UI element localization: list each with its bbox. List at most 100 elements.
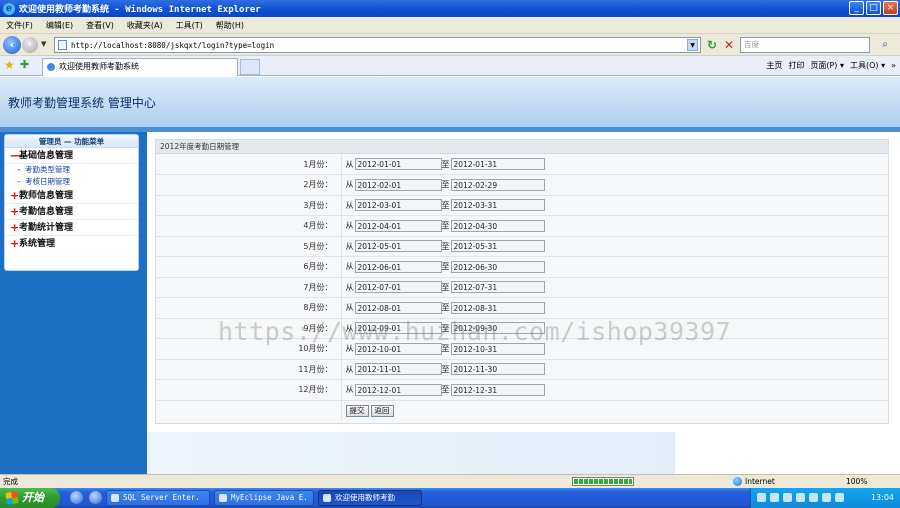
task-myeclipse[interactable]: MyEclipse Java E. <box>214 490 314 506</box>
favorites-star-icon[interactable]: ★ <box>4 59 15 71</box>
forward-button[interactable]: › <box>22 37 38 53</box>
maximize-button[interactable]: □ <box>866 1 881 15</box>
from-label: 从 <box>345 241 354 251</box>
minimize-button[interactable]: _ <box>849 1 864 15</box>
ie-quicklaunch-icon[interactable] <box>89 491 102 504</box>
globe-icon <box>733 477 742 486</box>
to-date-input[interactable]: 2012-07-31 <box>450 281 545 294</box>
close-button[interactable]: × <box>883 1 898 15</box>
tab-active[interactable]: 欢迎使用教师考勤系统 <box>42 58 238 76</box>
date-range: 从 2012-01-01 至 2012-01-31 <box>341 154 888 175</box>
menu-favorites[interactable]: 收藏夹(A) <box>127 20 163 31</box>
from-date-input[interactable]: 2012-08-01 <box>354 301 442 314</box>
sidebar-group-system[interactable]: + 系统管理 <box>5 236 138 252</box>
menu-tools[interactable]: 工具(T) <box>176 20 203 31</box>
search-input[interactable]: 百度 <box>740 37 870 53</box>
to-date-input[interactable]: 2012-02-29 <box>450 178 545 191</box>
to-date-input[interactable]: 2012-04-30 <box>450 219 545 232</box>
sidebar-group-basic-info[interactable]: — 基础信息管理 <box>5 148 138 164</box>
desktop-icon[interactable] <box>70 491 83 504</box>
to-date-input[interactable]: 2012-05-31 <box>450 240 545 253</box>
to-date-input[interactable]: 2012-10-31 <box>450 342 545 355</box>
tray-icon[interactable] <box>822 493 831 502</box>
from-date-input[interactable]: 2012-01-01 <box>354 158 442 170</box>
tray-icon[interactable] <box>796 493 805 502</box>
history-dropdown-icon[interactable]: ▼ <box>41 40 46 48</box>
tray-icon[interactable] <box>770 493 779 502</box>
sidebar-group-attendance-stats[interactable]: + 考勤统计管理 <box>5 220 138 236</box>
clock: 13:04 <box>870 493 894 502</box>
address-input[interactable]: http://localhost:8080/jskqxt/login?type=… <box>54 37 701 53</box>
more-chevron-icon[interactable]: » <box>891 59 896 73</box>
to-date-input[interactable]: 2012-03-31 <box>450 199 545 212</box>
zoom-level[interactable]: 100% <box>846 475 867 488</box>
date-range: 从 2012-07-01 至 2012-07-31 <box>341 277 888 298</box>
menu-help[interactable]: 帮助(H) <box>216 20 244 31</box>
menu-edit[interactable]: 编辑(E) <box>46 20 73 31</box>
add-favorite-icon[interactable]: ✚ <box>20 59 29 71</box>
to-date-input[interactable]: 2012-11-30 <box>450 363 545 376</box>
tray-icon[interactable] <box>783 493 792 502</box>
new-tab-button[interactable] <box>240 59 260 75</box>
command-bar: 主页 打印 页面(P) ▾ 工具(O) ▾ » <box>766 59 896 73</box>
date-range: 从 2012-11-01 至 2012-11-30 <box>341 359 888 380</box>
task-sql-server[interactable]: SQL Server Enter. <box>106 490 210 506</box>
refresh-button[interactable]: ↻ <box>705 38 719 52</box>
sidebar-group-label: 考勤统计管理 <box>19 223 74 233</box>
from-label: 从 <box>345 385 354 395</box>
start-button[interactable]: 开始 <box>0 488 60 508</box>
menu-bar: 文件(F) 编辑(E) 查看(V) 收藏夹(A) 工具(T) 帮助(H) <box>0 17 900 34</box>
to-label: 至 <box>441 159 450 169</box>
sidebar-group-label: 系统管理 <box>19 239 56 249</box>
tray-icon[interactable] <box>809 493 818 502</box>
to-date-input[interactable]: 2012-06-30 <box>450 260 545 273</box>
page-menu[interactable]: 页面(P) ▾ <box>810 59 844 73</box>
back-button[interactable]: ‹ <box>3 36 21 54</box>
sidebar-group-label: 教师信息管理 <box>19 191 74 201</box>
to-date-input[interactable]: 2012-09-30 <box>450 322 545 335</box>
from-date-input[interactable]: 2012-04-01 <box>354 219 442 232</box>
to-label: 至 <box>441 385 450 395</box>
menu-file[interactable]: 文件(F) <box>6 20 33 31</box>
from-date-input[interactable]: 2012-06-01 <box>354 260 442 273</box>
search-icon[interactable]: ⌕ <box>874 37 896 53</box>
to-date-input[interactable]: 2012-12-31 <box>450 383 545 396</box>
from-date-input[interactable]: 2012-10-01 <box>354 342 442 355</box>
sidebar-item-attendance-type[interactable]: 考勤类型管理 <box>5 164 138 176</box>
tools-menu[interactable]: 工具(O) ▾ <box>850 59 885 73</box>
tray-icon[interactable] <box>757 493 766 502</box>
menu-view[interactable]: 查看(V) <box>86 20 114 31</box>
from-label: 从 <box>345 303 354 313</box>
from-date-input[interactable]: 2012-05-01 <box>354 240 442 253</box>
to-date-input[interactable]: 2012-01-31 <box>450 158 545 170</box>
sidebar-menu: 管理员 — 功能菜单 — 基础信息管理 考勤类型管理 考核日期管理 + 教师信息… <box>4 134 139 271</box>
month-label: 1月份： <box>156 154 342 175</box>
date-range: 从 2012-10-01 至 2012-10-31 <box>341 338 888 360</box>
site-header: 教师考勤管理系统 管理中心 <box>0 77 900 127</box>
from-date-input[interactable]: 2012-11-01 <box>354 363 442 376</box>
security-zone[interactable]: Internet <box>733 475 775 488</box>
from-date-input[interactable]: 2012-09-01 <box>354 322 442 335</box>
to-label: 至 <box>441 200 450 210</box>
from-label: 从 <box>345 221 354 231</box>
from-date-input[interactable]: 2012-03-01 <box>354 199 442 212</box>
date-range: 从 2012-02-01 至 2012-02-29 <box>341 174 888 196</box>
home-icon[interactable]: 主页 <box>766 59 782 73</box>
from-label: 从 <box>345 180 354 190</box>
from-date-input[interactable]: 2012-12-01 <box>354 383 442 396</box>
sidebar-item-assessment-date[interactable]: 考核日期管理 <box>5 176 138 188</box>
sidebar-group-teacher-info[interactable]: + 教师信息管理 <box>5 188 138 204</box>
to-date-input[interactable]: 2012-08-31 <box>450 301 545 314</box>
from-date-input[interactable]: 2012-07-01 <box>354 281 442 294</box>
address-dropdown-icon[interactable]: ▼ <box>687 39 698 51</box>
submit-button[interactable]: 提交 <box>345 404 369 417</box>
back-button-form[interactable]: 返回 <box>370 404 394 417</box>
stop-button[interactable]: ✕ <box>722 38 736 52</box>
sidebar-group-attendance-info[interactable]: + 考勤信息管理 <box>5 204 138 220</box>
collapse-icon: — <box>10 149 21 162</box>
tray-icon[interactable] <box>835 493 844 502</box>
task-ie[interactable]: 欢迎使用教师考勤 <box>318 490 422 506</box>
date-panel: 2012年度考勤日期管理 1月份：从 2012-01-01 至 2012-01-31 2… <box>155 139 889 424</box>
from-date-input[interactable]: 2012-02-01 <box>354 178 442 191</box>
print-icon[interactable]: 打印 <box>788 59 804 73</box>
